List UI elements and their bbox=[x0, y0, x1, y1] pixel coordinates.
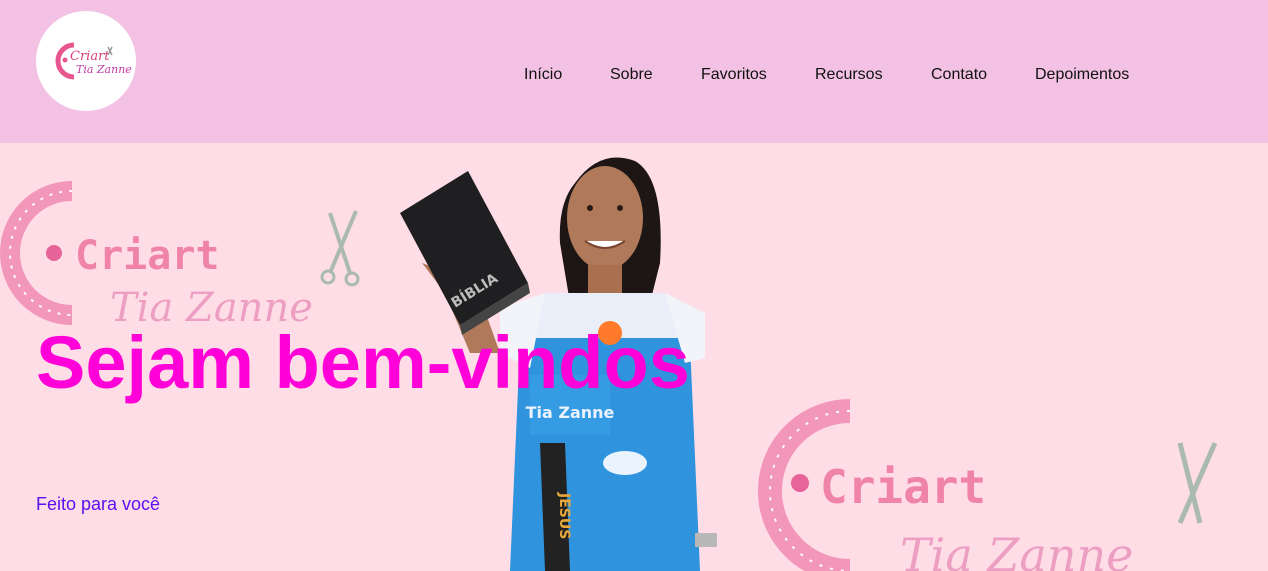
watermark-right-text-line1: Criart bbox=[820, 460, 986, 514]
site-header: Criart Tia Zanne Início Sobre Favoritos … bbox=[0, 0, 1268, 143]
criart-tia-zanne-logo-icon: Criart Tia Zanne bbox=[55, 42, 132, 80]
logo-text-line1: Criart bbox=[70, 49, 110, 64]
dress-text: Tia Zanne bbox=[526, 403, 615, 422]
nav-link-depoimentos[interactable]: Depoimentos bbox=[1035, 66, 1129, 84]
main-nav: Início Sobre Favoritos Recursos Contato … bbox=[0, 66, 1268, 88]
nav-link-recursos[interactable]: Recursos bbox=[815, 66, 883, 84]
hero-title: Sejam bem-vindos bbox=[36, 321, 690, 404]
site-logo[interactable]: Criart Tia Zanne bbox=[36, 11, 136, 111]
hero-section: Criart Tia Zanne Criart Tia Zanne Tia Za… bbox=[0, 143, 1268, 571]
hero-subtitle: Feito para você bbox=[36, 494, 161, 514]
watermark-right-text-line2: Tia Zanne bbox=[900, 528, 1133, 571]
sash-text: JESUS bbox=[556, 492, 572, 539]
nav-link-sobre[interactable]: Sobre bbox=[610, 66, 653, 84]
nav-link-inicio[interactable]: Início bbox=[524, 66, 562, 84]
brand-watermark-right: Criart Tia Zanne bbox=[758, 399, 1218, 571]
nav-link-favoritos[interactable]: Favoritos bbox=[701, 66, 767, 84]
brand-watermark-left: Criart Tia Zanne bbox=[0, 181, 360, 331]
watermark-text-line1: Criart bbox=[75, 233, 220, 279]
nav-link-contato[interactable]: Contato bbox=[931, 66, 987, 84]
